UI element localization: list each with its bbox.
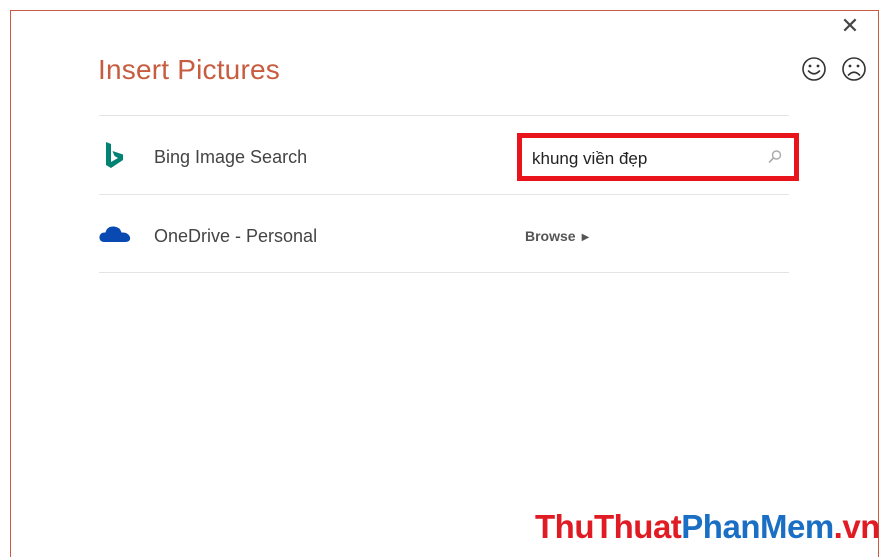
close-button[interactable]: ✕	[838, 14, 862, 38]
dialog-title: Insert Pictures	[98, 54, 280, 85]
bing-search-input[interactable]	[532, 146, 752, 172]
divider	[99, 272, 789, 273]
smile-feedback-button[interactable]	[800, 55, 828, 83]
frown-icon	[842, 57, 866, 81]
frown-feedback-button[interactable]	[840, 55, 868, 83]
onedrive-icon	[99, 226, 131, 242]
chevron-right-icon: ▶	[581, 232, 590, 243]
bing-image-search-label: Bing Image Search	[154, 147, 308, 167]
divider	[99, 115, 789, 116]
smile-icon	[802, 57, 826, 81]
onedrive-personal-label: OneDrive - Personal	[154, 226, 318, 246]
browse-link[interactable]: Browse ▶	[525, 228, 589, 244]
watermark-part1: ThuThuat	[535, 508, 682, 545]
browse-label: Browse	[525, 228, 576, 244]
divider	[99, 194, 789, 195]
watermark-part2: PhanMem	[681, 508, 834, 545]
search-box-highlight	[517, 133, 799, 181]
search-icon[interactable]	[766, 148, 784, 166]
bing-icon	[106, 142, 123, 168]
watermark-logo: ThuThuatPhanMem.vn	[535, 508, 880, 546]
watermark-part3: .vn	[833, 508, 881, 545]
insert-pictures-dialog	[10, 10, 879, 557]
